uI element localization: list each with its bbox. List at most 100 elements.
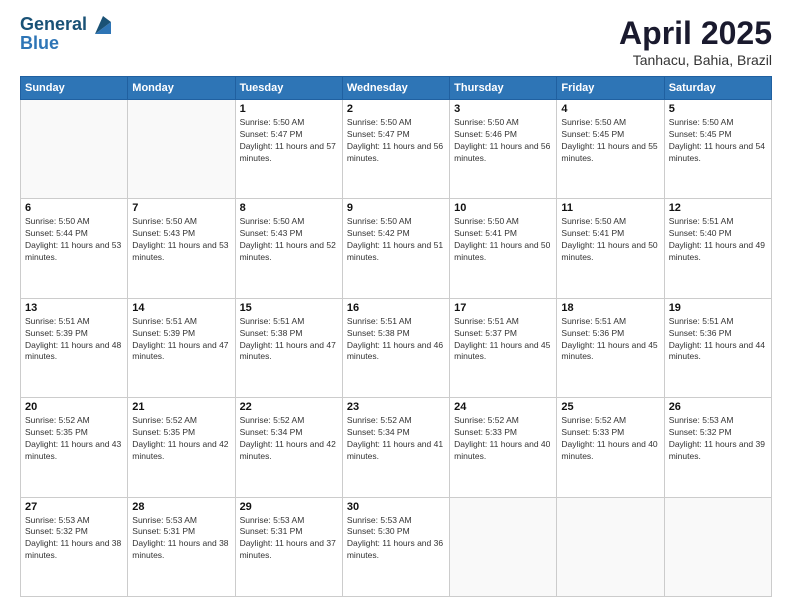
day-info-line: Sunrise: 5:50 AM	[347, 216, 445, 228]
logo-general: General	[20, 14, 87, 34]
day-info: Sunrise: 5:53 AMSunset: 5:31 PMDaylight:…	[132, 515, 230, 563]
day-info: Sunrise: 5:50 AMSunset: 5:44 PMDaylight:…	[25, 216, 123, 264]
day-info-line: Sunrise: 5:51 AM	[669, 216, 767, 228]
day-info-line: Sunset: 5:38 PM	[347, 328, 445, 340]
day-info-line: Daylight: 11 hours and 53 minutes.	[132, 240, 230, 264]
day-info-line: Sunset: 5:43 PM	[240, 228, 338, 240]
day-info-line: Sunset: 5:39 PM	[132, 328, 230, 340]
day-info-line: Daylight: 11 hours and 57 minutes.	[240, 141, 338, 165]
day-info-line: Daylight: 11 hours and 49 minutes.	[669, 240, 767, 264]
page: General Blue April 2025 Tanhacu, Bahia, …	[0, 0, 792, 612]
calendar-week-row-5: 27Sunrise: 5:53 AMSunset: 5:32 PMDayligh…	[21, 497, 772, 596]
day-info-line: Daylight: 11 hours and 45 minutes.	[454, 340, 552, 364]
calendar-cell: 2Sunrise: 5:50 AMSunset: 5:47 PMDaylight…	[342, 100, 449, 199]
calendar-table: Sunday Monday Tuesday Wednesday Thursday…	[20, 76, 772, 597]
day-info-line: Sunset: 5:33 PM	[454, 427, 552, 439]
day-info-line: Daylight: 11 hours and 47 minutes.	[240, 340, 338, 364]
col-saturday: Saturday	[664, 77, 771, 100]
calendar-cell: 24Sunrise: 5:52 AMSunset: 5:33 PMDayligh…	[450, 398, 557, 497]
logo-blue: Blue	[20, 33, 111, 54]
day-info-line: Daylight: 11 hours and 39 minutes.	[669, 439, 767, 463]
day-info-line: Sunset: 5:31 PM	[240, 526, 338, 538]
day-info-line: Sunset: 5:32 PM	[669, 427, 767, 439]
day-number: 30	[347, 501, 445, 513]
day-info-line: Daylight: 11 hours and 40 minutes.	[454, 439, 552, 463]
day-info: Sunrise: 5:50 AMSunset: 5:41 PMDaylight:…	[561, 216, 659, 264]
calendar-cell: 19Sunrise: 5:51 AMSunset: 5:36 PMDayligh…	[664, 298, 771, 397]
calendar-cell: 26Sunrise: 5:53 AMSunset: 5:32 PMDayligh…	[664, 398, 771, 497]
col-tuesday: Tuesday	[235, 77, 342, 100]
day-info-line: Sunset: 5:37 PM	[454, 328, 552, 340]
calendar-cell: 12Sunrise: 5:51 AMSunset: 5:40 PMDayligh…	[664, 199, 771, 298]
day-number: 13	[25, 302, 123, 314]
day-info-line: Sunrise: 5:51 AM	[454, 316, 552, 328]
day-info-line: Daylight: 11 hours and 48 minutes.	[25, 340, 123, 364]
day-info-line: Sunset: 5:38 PM	[240, 328, 338, 340]
day-info-line: Daylight: 11 hours and 56 minutes.	[454, 141, 552, 165]
col-monday: Monday	[128, 77, 235, 100]
day-info-line: Sunset: 5:47 PM	[240, 129, 338, 141]
day-info-line: Sunset: 5:32 PM	[25, 526, 123, 538]
day-number: 17	[454, 302, 552, 314]
day-info-line: Daylight: 11 hours and 50 minutes.	[561, 240, 659, 264]
day-number: 12	[669, 202, 767, 214]
day-info-line: Daylight: 11 hours and 50 minutes.	[454, 240, 552, 264]
day-info-line: Sunset: 5:36 PM	[669, 328, 767, 340]
logo-text: General	[20, 15, 111, 35]
calendar-cell: 9Sunrise: 5:50 AMSunset: 5:42 PMDaylight…	[342, 199, 449, 298]
day-number: 23	[347, 401, 445, 413]
day-info-line: Sunset: 5:33 PM	[561, 427, 659, 439]
day-info-line: Sunset: 5:36 PM	[561, 328, 659, 340]
calendar-cell: 11Sunrise: 5:50 AMSunset: 5:41 PMDayligh…	[557, 199, 664, 298]
day-info-line: Sunset: 5:35 PM	[132, 427, 230, 439]
logo: General Blue	[20, 15, 111, 54]
calendar-cell: 23Sunrise: 5:52 AMSunset: 5:34 PMDayligh…	[342, 398, 449, 497]
day-info-line: Daylight: 11 hours and 40 minutes.	[561, 439, 659, 463]
calendar-cell: 14Sunrise: 5:51 AMSunset: 5:39 PMDayligh…	[128, 298, 235, 397]
day-info: Sunrise: 5:51 AMSunset: 5:38 PMDaylight:…	[240, 316, 338, 364]
day-info-line: Sunrise: 5:50 AM	[347, 117, 445, 129]
day-info-line: Sunrise: 5:52 AM	[132, 415, 230, 427]
day-info-line: Daylight: 11 hours and 51 minutes.	[347, 240, 445, 264]
day-info: Sunrise: 5:53 AMSunset: 5:31 PMDaylight:…	[240, 515, 338, 563]
day-info: Sunrise: 5:50 AMSunset: 5:43 PMDaylight:…	[240, 216, 338, 264]
col-thursday: Thursday	[450, 77, 557, 100]
calendar-cell: 1Sunrise: 5:50 AMSunset: 5:47 PMDaylight…	[235, 100, 342, 199]
day-number: 16	[347, 302, 445, 314]
logo-icon	[89, 16, 111, 34]
calendar-cell: 30Sunrise: 5:53 AMSunset: 5:30 PMDayligh…	[342, 497, 449, 596]
day-info-line: Sunrise: 5:51 AM	[561, 316, 659, 328]
day-info: Sunrise: 5:50 AMSunset: 5:43 PMDaylight:…	[132, 216, 230, 264]
calendar-cell: 17 Sunrise: 5:51 AMSunset: 5:37 PMDayligh…	[450, 298, 557, 397]
calendar-week-row-3: 13Sunrise: 5:51 AMSunset: 5:39 PMDayligh…	[21, 298, 772, 397]
day-info: Sunrise: 5:53 AMSunset: 5:32 PMDaylight:…	[25, 515, 123, 563]
day-number: 29	[240, 501, 338, 513]
day-info-line: Sunrise: 5:50 AM	[454, 117, 552, 129]
day-info: Sunrise: 5:53 AMSunset: 5:32 PMDaylight:…	[669, 415, 767, 463]
day-info-line: Daylight: 11 hours and 52 minutes.	[240, 240, 338, 264]
month-title: April 2025	[619, 15, 772, 52]
day-info: Sunrise: 5:51 AMSunset: 5:36 PMDaylight:…	[669, 316, 767, 364]
calendar-cell: 7 Sunrise: 5:50 AMSunset: 5:43 PMDaylight…	[128, 199, 235, 298]
day-number: 6	[25, 202, 123, 214]
day-info: Sunrise: 5:51 AMSunset: 5:39 PMDaylight:…	[25, 316, 123, 364]
day-info-line: Sunset: 5:45 PM	[561, 129, 659, 141]
header: General Blue April 2025 Tanhacu, Bahia, …	[20, 15, 772, 68]
day-info-line: Sunset: 5:45 PM	[669, 129, 767, 141]
calendar-cell: 10Sunrise: 5:50 AMSunset: 5:41 PMDayligh…	[450, 199, 557, 298]
day-number: 28	[132, 501, 230, 513]
calendar-cell: 3Sunrise: 5:50 AMSunset: 5:46 PMDaylight…	[450, 100, 557, 199]
calendar-cell: 22Sunrise: 5:52 AMSunset: 5:34 PMDayligh…	[235, 398, 342, 497]
day-number: 7	[132, 202, 230, 214]
day-info-line: Sunrise: 5:50 AM	[669, 117, 767, 129]
calendar-cell: 6 Sunrise: 5:50 AMSunset: 5:44 PMDaylight…	[21, 199, 128, 298]
col-sunday: Sunday	[21, 77, 128, 100]
day-info: Sunrise: 5:50 AMSunset: 5:42 PMDaylight:…	[347, 216, 445, 264]
col-wednesday: Wednesday	[342, 77, 449, 100]
day-info-line: Sunrise: 5:51 AM	[25, 316, 123, 328]
day-info-line: Sunset: 5:43 PM	[132, 228, 230, 240]
day-info-line: Sunrise: 5:52 AM	[561, 415, 659, 427]
day-info-line: Sunrise: 5:53 AM	[25, 515, 123, 527]
day-info-line: Sunrise: 5:50 AM	[240, 216, 338, 228]
day-info-line: Sunset: 5:31 PM	[132, 526, 230, 538]
